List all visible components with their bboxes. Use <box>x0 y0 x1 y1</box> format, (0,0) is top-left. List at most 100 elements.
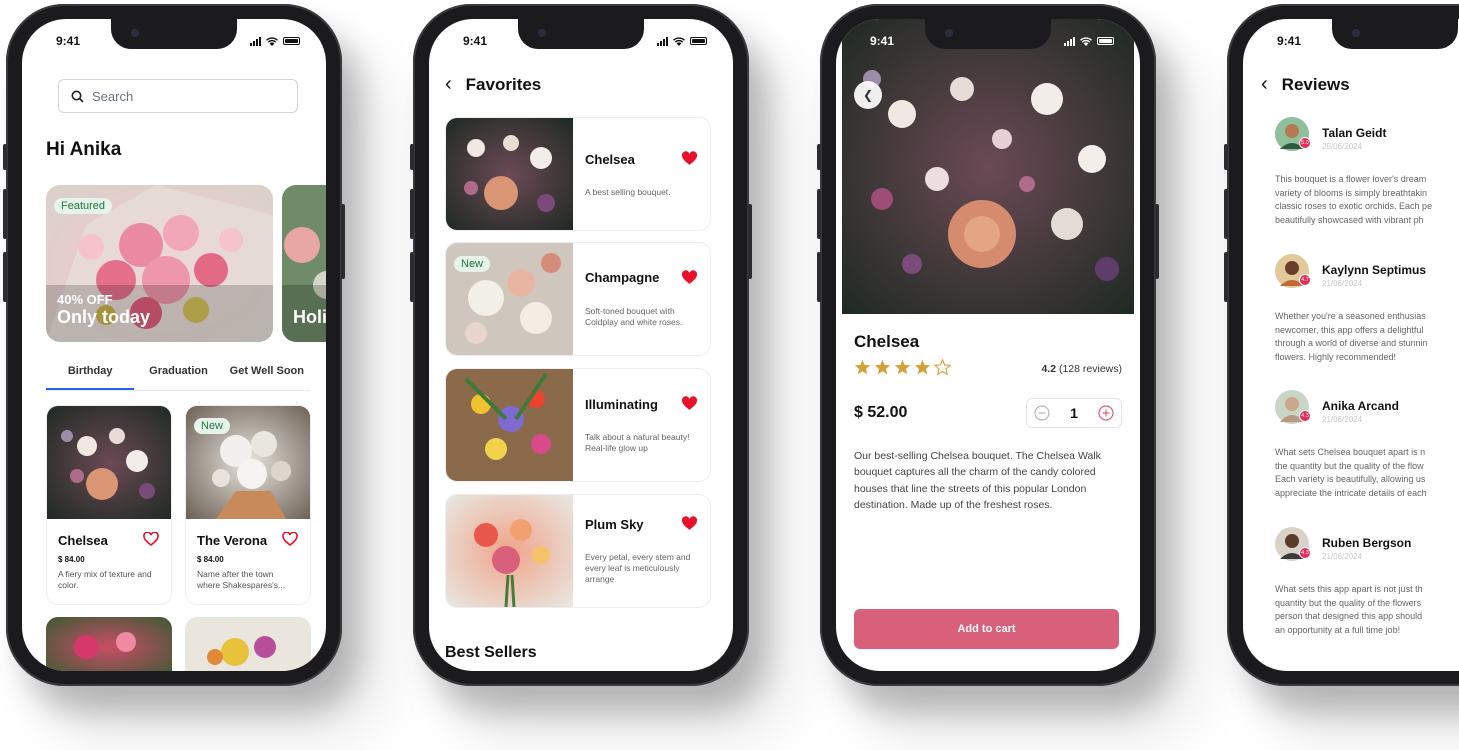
notch <box>111 19 237 49</box>
back-chevron-icon[interactable]: ‹ <box>445 73 452 96</box>
product-image <box>47 406 171 519</box>
favorite-item[interactable]: Plum Sky Every petal, every stem and eve… <box>445 494 711 608</box>
heart-filled-icon[interactable] <box>681 396 698 411</box>
new-badge: New <box>454 256 491 272</box>
featured-badge: Featured <box>54 198 113 214</box>
favorite-item[interactable]: Illuminating Talk about a natural beauty… <box>445 368 711 482</box>
notch <box>1332 19 1458 49</box>
favorite-item[interactable]: Chelsea A best selling bouquet. <box>445 117 711 231</box>
product-card[interactable] <box>185 617 311 671</box>
review-text: Whether you're a seasoned enthusias newc… <box>1275 311 1428 362</box>
tab-get-well-soon[interactable]: Get Well Soon <box>223 365 311 390</box>
page-title: Reviews <box>1281 74 1350 94</box>
add-to-cart-button[interactable]: Add to cart <box>854 609 1119 649</box>
phone-reviews: 9:41 ‹ Reviews 5.0 Talan Geidt 25/06/202… <box>1224 4 1459 686</box>
next-featured-card[interactable]: Holi <box>282 185 326 342</box>
heart-outline-icon[interactable] <box>143 532 159 546</box>
product-hero-image <box>842 19 1134 314</box>
product-price: $ 84.00 <box>197 555 224 564</box>
favorite-description: Talk about a natural beauty! Real-life g… <box>585 432 690 454</box>
wifi-icon <box>266 36 278 46</box>
notch <box>518 19 644 49</box>
back-chevron-icon[interactable]: ‹ <box>1261 73 1268 96</box>
quantity-value: 1 <box>1070 405 1078 421</box>
rating-value: 4.2 <box>1041 363 1057 375</box>
status-time: 9:41 <box>56 34 81 48</box>
minus-circle-icon[interactable] <box>1034 405 1050 421</box>
favorite-item[interactable]: New Champagne Soft-toned bouquet with Co… <box>445 242 711 356</box>
review-date: 21/06/2024 <box>1322 279 1363 288</box>
tab-graduation[interactable]: Graduation <box>134 365 222 390</box>
score-badge: 4.3 <box>1299 547 1311 559</box>
product-description: Name after the town where Shakespares's.… <box>197 569 286 590</box>
new-badge: New <box>194 418 231 434</box>
product-price: $ 84.00 <box>58 555 85 564</box>
favorite-image <box>446 495 573 607</box>
back-button[interactable]: ❮ <box>854 81 882 109</box>
product-price: $ 52.00 <box>854 404 908 421</box>
deal-title: Only today <box>57 307 151 327</box>
quantity-stepper: 1 <box>1026 398 1122 428</box>
review-date: 21/06/2024 <box>1322 415 1363 424</box>
phone-favorites: 9:41 ‹ Favorites Chelsea A best selling … <box>410 4 752 686</box>
heart-filled-icon[interactable] <box>681 270 698 285</box>
phone-home: 9:41 Search Hi Anika Featured 40% OFF On… <box>3 4 345 686</box>
reviewer-name: Anika Arcand <box>1322 399 1399 413</box>
detail-screen: 9:41 ❮ Chelsea 4.2 (128 reviews) $ 52.00… <box>836 19 1140 671</box>
reviewer-name: Kaylynn Septimus <box>1322 263 1427 277</box>
star-filled-icon <box>874 359 891 375</box>
reviews-screen: 9:41 ‹ Reviews 5.0 Talan Geidt 25/06/202… <box>1243 19 1459 671</box>
wifi-icon <box>1080 36 1092 46</box>
star-filled-icon <box>914 359 931 375</box>
page-header: ‹ Reviews <box>1261 73 1350 96</box>
favorite-name: Illuminating <box>585 397 658 412</box>
tab-birthday[interactable]: Birthday <box>46 365 135 390</box>
reviewer-name: Ruben Bergson <box>1322 536 1412 550</box>
product-card[interactable]: New The Verona $ 84.00 Name after the to… <box>185 405 311 605</box>
battery-icon <box>283 37 300 45</box>
heart-filled-icon[interactable] <box>681 516 698 531</box>
product-image <box>185 617 311 671</box>
product-card[interactable]: Chelsea $ 84.00 A fiery mix of texture a… <box>46 405 172 605</box>
product-description: A fiery mix of texture and color. <box>58 569 152 590</box>
notch <box>925 19 1051 49</box>
battery-icon <box>690 37 707 45</box>
review-date: 21/06/2024 <box>1322 552 1363 561</box>
product-image <box>46 617 172 671</box>
page-header: ‹ Favorites <box>445 73 541 96</box>
phone-detail: 9:41 ❮ Chelsea 4.2 (128 reviews) $ 52.00… <box>817 4 1159 686</box>
review-date: 25/06/2024 <box>1322 142 1363 151</box>
home-screen: 9:41 Search Hi Anika Featured 40% OFF On… <box>22 19 326 671</box>
product-title: Chelsea <box>854 332 920 351</box>
status-time: 9:41 <box>870 34 895 48</box>
star-filled-icon <box>894 359 911 375</box>
favorite-image <box>446 369 573 481</box>
plus-circle-icon[interactable] <box>1098 405 1114 421</box>
deal-discount: 40% OFF <box>57 292 113 307</box>
favorite-name: Chelsea <box>585 152 635 167</box>
favorite-description: A best selling bouquet. <box>585 187 671 197</box>
greeting-title: Hi Anika <box>46 139 122 160</box>
search-input[interactable]: Search <box>58 79 298 113</box>
favorite-name: Champagne <box>585 270 660 285</box>
favorite-image <box>446 118 573 230</box>
reviewer-name: Talan Geidt <box>1322 126 1387 140</box>
rating-stars <box>854 359 951 375</box>
product-description: Our best-selling Chelsea bouquet. The Ch… <box>854 450 1101 511</box>
heart-filled-icon[interactable] <box>681 151 698 166</box>
score-badge: 4.7 <box>1299 274 1311 286</box>
review-text: What sets this app apart is not just th … <box>1275 584 1423 635</box>
heart-outline-icon[interactable] <box>282 532 298 546</box>
signal-icon <box>657 36 668 46</box>
favorite-name: Plum Sky <box>585 517 644 532</box>
page-title: Favorites <box>465 74 542 94</box>
section-title: Best Sellers <box>445 644 537 661</box>
back-chevron-icon: ❮ <box>862 88 874 102</box>
product-card[interactable] <box>46 617 172 671</box>
favorite-description: Every petal, every stem and every leaf i… <box>585 552 691 585</box>
star-outline-icon <box>934 359 951 375</box>
product-name: Chelsea <box>58 533 108 548</box>
featured-card[interactable]: Featured 40% OFF Only today <box>46 185 273 342</box>
score-badge: 4.3 <box>1299 410 1311 422</box>
mockup-stage: 9:41 Search Hi Anika Featured 40% OFF On… <box>0 0 1459 750</box>
